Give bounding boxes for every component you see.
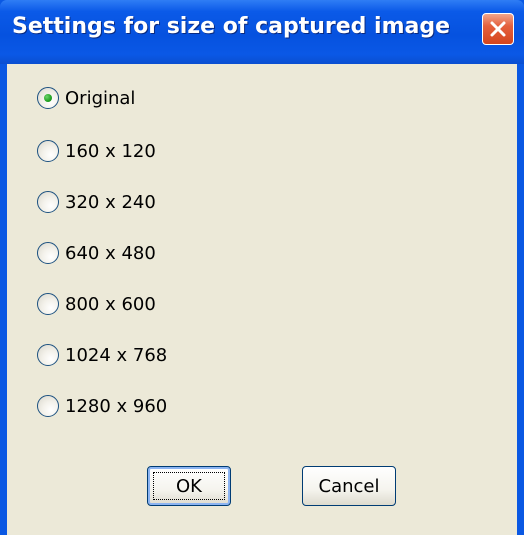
ok-button[interactable]: OK (147, 466, 231, 506)
dialog-client-area: Original 160 x 120 320 x 240 640 x 480 8… (7, 64, 517, 535)
dialog-window: Settings for size of captured image Orig… (0, 0, 524, 535)
radio-option-1280x960[interactable]: 1280 x 960 (37, 392, 167, 420)
radio-selected-dot (44, 94, 52, 102)
radio-label: 160 x 120 (65, 140, 156, 162)
radio-button[interactable] (37, 242, 59, 264)
radio-option-160x120[interactable]: 160 x 120 (37, 137, 156, 165)
radio-button[interactable] (37, 140, 59, 162)
focus-rectangle (153, 472, 225, 500)
cancel-button-label: Cancel (318, 475, 380, 497)
close-button[interactable] (482, 13, 514, 45)
cancel-button[interactable]: Cancel (302, 466, 396, 506)
radio-option-original[interactable]: Original (37, 84, 135, 112)
radio-label: 800 x 600 (65, 293, 156, 315)
title-bar[interactable]: Settings for size of captured image (0, 0, 524, 64)
window-title: Settings for size of captured image (12, 14, 451, 39)
radio-option-1024x768[interactable]: 1024 x 768 (37, 341, 167, 369)
radio-label: 320 x 240 (65, 191, 156, 213)
radio-button[interactable] (37, 344, 59, 366)
radio-label: 640 x 480 (65, 242, 156, 264)
radio-option-640x480[interactable]: 640 x 480 (37, 239, 156, 267)
radio-button[interactable] (37, 87, 59, 109)
radio-button[interactable] (37, 293, 59, 315)
radio-option-800x600[interactable]: 800 x 600 (37, 290, 156, 318)
radio-button[interactable] (37, 395, 59, 417)
radio-label: 1024 x 768 (65, 344, 168, 366)
close-icon (490, 21, 506, 37)
radio-option-320x240[interactable]: 320 x 240 (37, 188, 156, 216)
radio-label: Original (65, 87, 136, 109)
radio-label: 1280 x 960 (65, 395, 168, 417)
radio-button[interactable] (37, 191, 59, 213)
